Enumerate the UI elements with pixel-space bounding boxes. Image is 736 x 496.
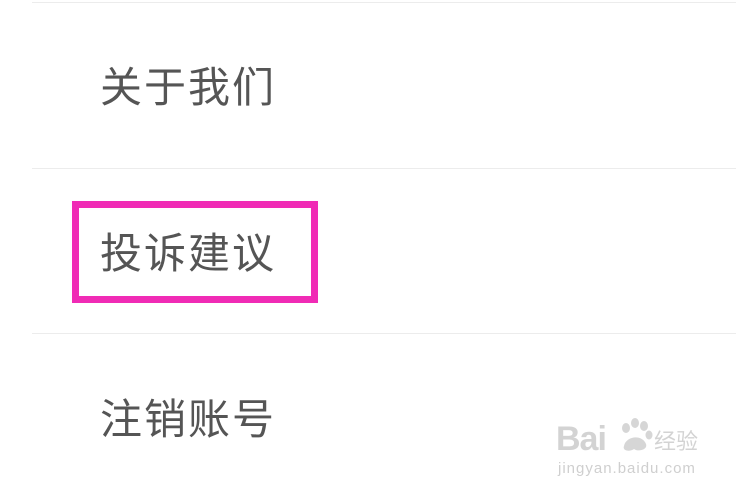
watermark-jingyan: 经验	[654, 430, 699, 455]
watermark-url: jingyan.baidu.com	[558, 460, 696, 477]
menu-item-label: 关于我们	[100, 63, 277, 112]
menu-item-complaints-suggestions[interactable]: 投诉建议	[0, 169, 736, 333]
menu-item-about-us[interactable]: 关于我们	[0, 2, 736, 168]
menu-item-label: 注销账号	[100, 395, 277, 444]
baidu-paw-icon	[622, 418, 653, 451]
menu-item-label: 投诉建议	[100, 229, 277, 278]
settings-list: 关于我们 投诉建议 注销账号 Bai 经验 jingyan.baidu.com	[0, 0, 736, 496]
watermark-brand: Bai	[556, 420, 607, 458]
baidu-jingyan-watermark: Bai 经验 jingyan.baidu.com	[556, 414, 699, 484]
